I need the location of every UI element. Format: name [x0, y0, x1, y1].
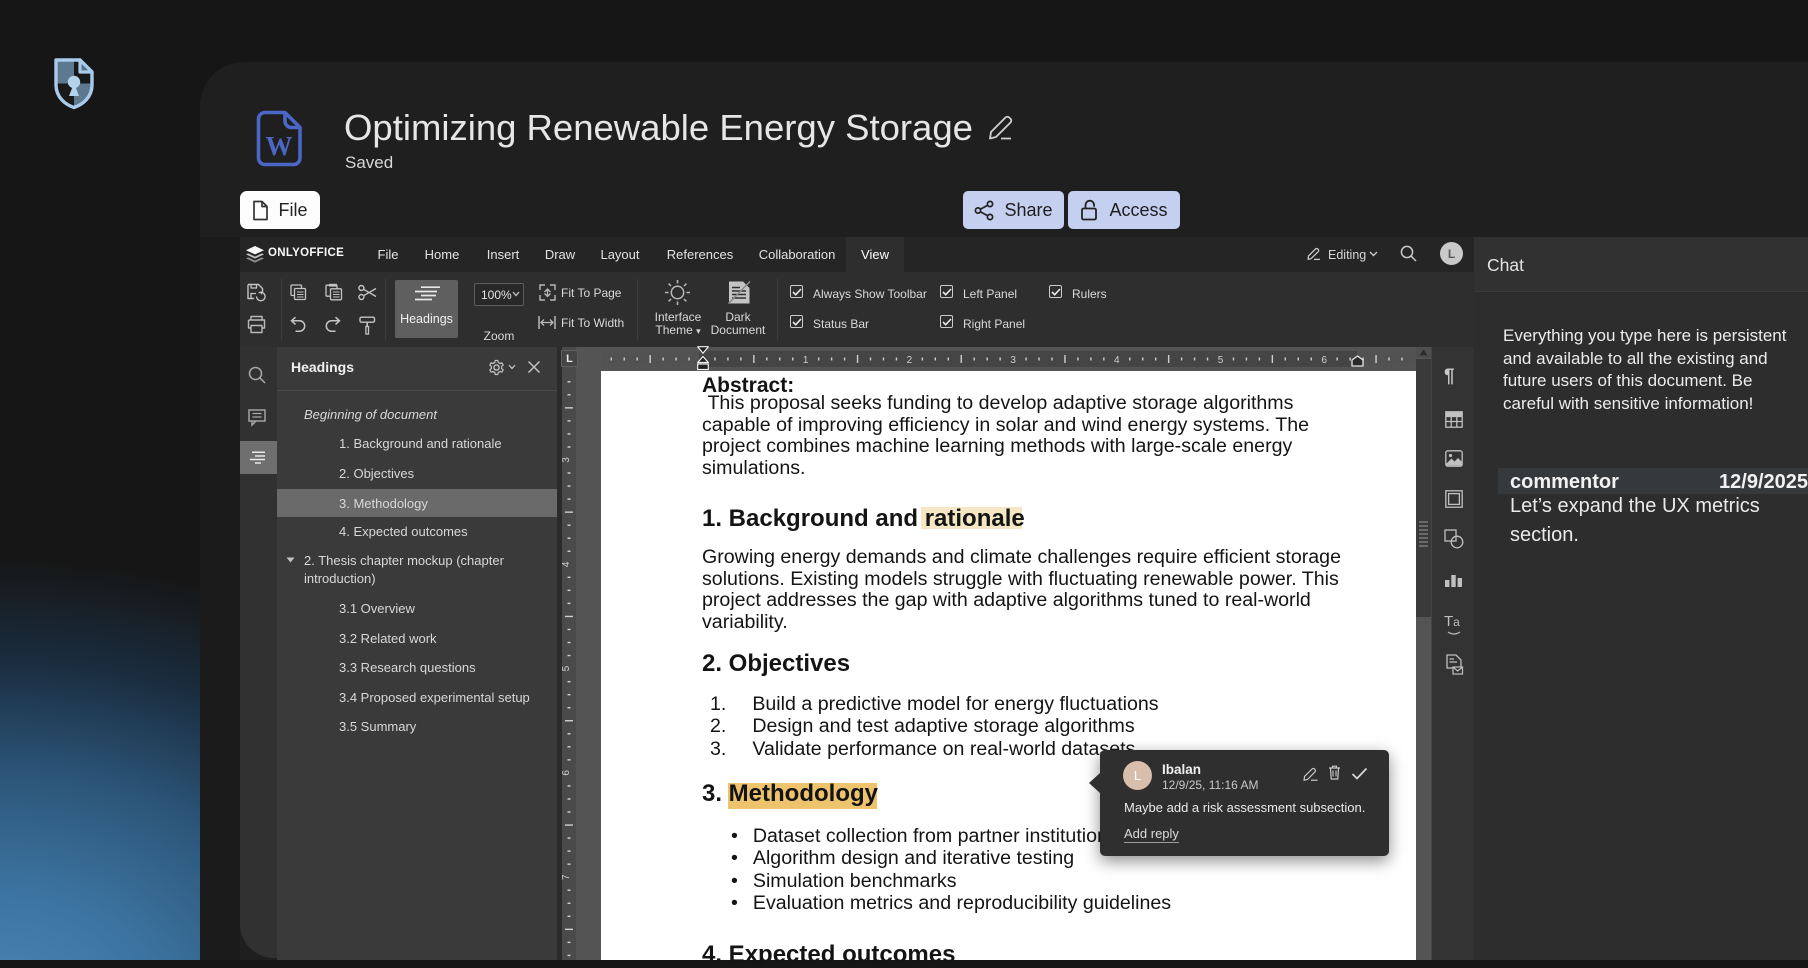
svg-text:5: 5 — [1218, 355, 1224, 366]
svg-text:2: 2 — [907, 355, 913, 366]
svg-text:4: 4 — [561, 561, 572, 567]
svg-text:3: 3 — [1010, 355, 1016, 366]
svg-text:3: 3 — [561, 457, 572, 463]
svg-text:W: W — [266, 131, 293, 161]
svg-text:6: 6 — [561, 770, 572, 776]
svg-text:1: 1 — [803, 355, 809, 366]
svg-text:4: 4 — [1114, 355, 1120, 366]
svg-text:7: 7 — [561, 874, 572, 880]
svg-text:6: 6 — [1321, 355, 1327, 366]
svg-text:5: 5 — [561, 665, 572, 671]
